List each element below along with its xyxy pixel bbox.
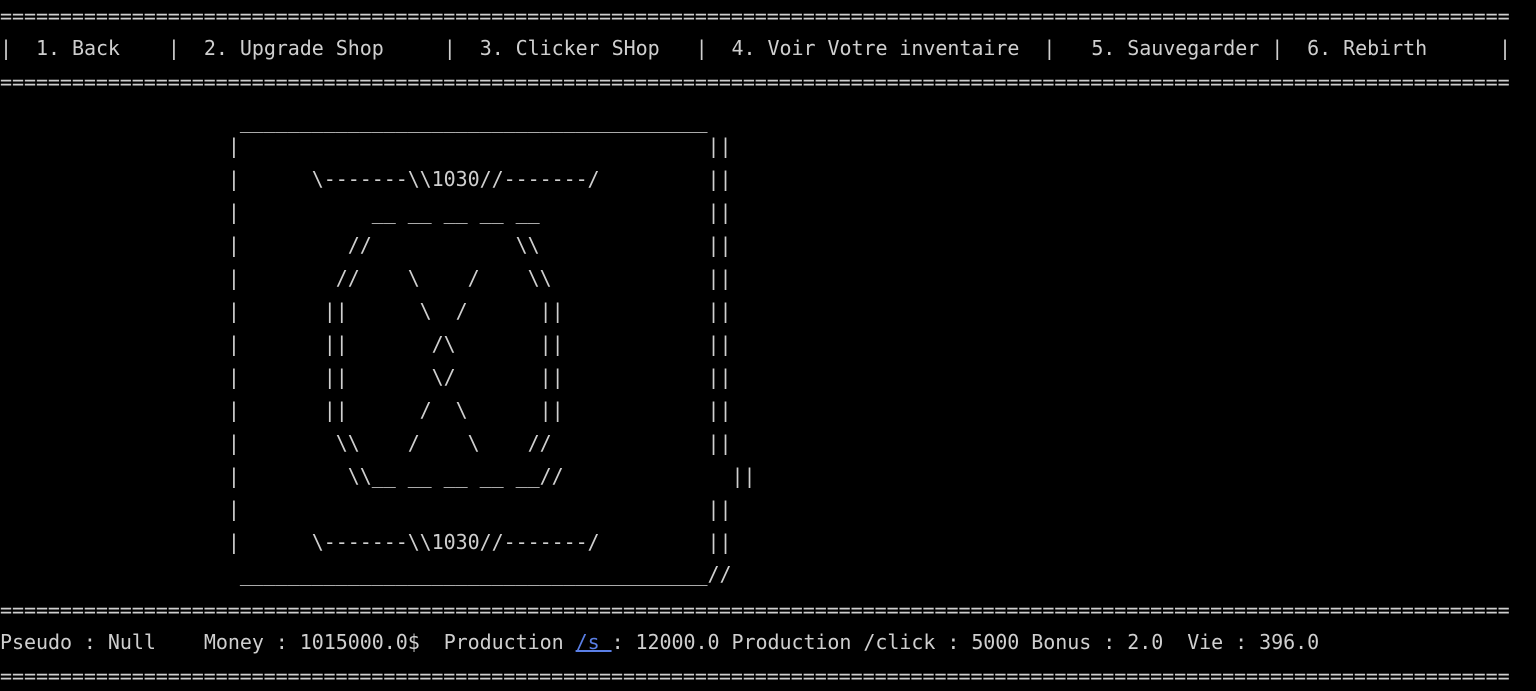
coin-art-line: | ||: [0, 497, 732, 521]
menu-pipe: |: [695, 36, 708, 60]
terminal-window: ========================================…: [0, 0, 1536, 691]
status-top-separator: ========================================…: [0, 598, 1510, 622]
production-per-second-link[interactable]: /s: [576, 630, 612, 654]
menu-bar: | 1. Back | 2. Upgrade Shop | 3. Clicker…: [0, 32, 1511, 65]
coin-art-line: | // \\ ||: [0, 233, 732, 257]
coin-art-line: _______________________________________/…: [0, 562, 732, 586]
status-bottom-separator: ========================================…: [0, 664, 1510, 688]
menu-pipe: |: [1499, 36, 1512, 60]
coin-art-line: | __ __ __ __ __ ||: [0, 200, 732, 224]
coin-art-line: | || \/ || ||: [0, 365, 732, 389]
menu-item-upgrade-shop[interactable]: 2. Upgrade Shop: [204, 36, 384, 60]
coin-art-line: | || / \ || ||: [0, 398, 732, 422]
production-per-click-value: Production /click : 5000: [731, 630, 1020, 654]
menu-item-save[interactable]: 5. Sauvegarder: [1091, 36, 1259, 60]
status-bar: Pseudo : Null Money : 1015000.0$ Product…: [0, 626, 1319, 659]
money-value: Money : 1015000.0$: [203, 630, 420, 654]
coin-art-line: | \-------\\1030//-------/ ||: [0, 167, 732, 191]
coin-art-line: | \\__ __ __ __ __// ||: [0, 464, 756, 488]
menu-pipe: |: [0, 36, 12, 60]
coin-art-line: | || \ / || ||: [0, 299, 732, 323]
menu-item-clicker-shop[interactable]: 3. Clicker SHop: [480, 36, 660, 60]
coin-art-line: | || /\ || ||: [0, 332, 732, 356]
menu-item-inventory[interactable]: 4. Voir Votre inventaire: [732, 36, 1020, 60]
coin-art-line: | // \ / \\ ||: [0, 266, 732, 290]
menu-pipe: |: [443, 36, 456, 60]
coin-art-line: | \-------\\1030//-------/ ||: [0, 530, 732, 554]
vie-value: Vie : 396.0: [1187, 630, 1320, 654]
bonus-value: Bonus : 2.0: [1031, 630, 1164, 654]
coin-art-line: | \\ / \ // ||: [0, 431, 732, 455]
menu-pipe: |: [1043, 36, 1056, 60]
menu-item-rebirth[interactable]: 6. Rebirth: [1307, 36, 1427, 60]
menu-item-back[interactable]: 1. Back: [36, 36, 120, 60]
menu-separator: ========================================…: [0, 70, 1510, 94]
top-separator: ========================================…: [0, 4, 1510, 28]
menu-pipe: |: [1271, 36, 1284, 60]
production-per-second-value: : 12000.0: [611, 630, 720, 654]
menu-pipe: |: [167, 36, 180, 60]
pseudo-value: Pseudo : Null: [0, 630, 156, 654]
production-label: Production: [443, 630, 576, 654]
coin-art-line: | ||: [0, 134, 732, 158]
